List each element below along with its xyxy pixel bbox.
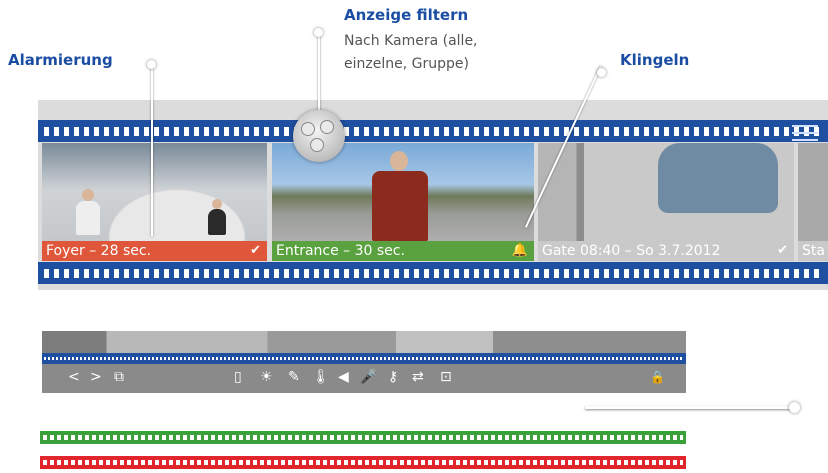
frame-label-foyer: Foyer – 28 sec. ✔ — [42, 241, 267, 261]
toolbar-thin-band — [42, 353, 686, 364]
callout-alarm-title: Alarmierung — [8, 51, 113, 69]
lock-icon[interactable]: 🔒 — [650, 367, 665, 387]
callout-ring-title: Klingeln — [620, 51, 690, 69]
grid-layout-icon[interactable]: ⧉ — [114, 367, 124, 387]
camera-frame-foyer[interactable]: Foyer – 28 sec. ✔ — [42, 143, 267, 261]
frame-label-gate: Gate 08:40 – So 3.7.2012 ✔ — [538, 241, 794, 261]
callout-filter-subtitle-1: Nach Kamera (alle, — [344, 33, 478, 49]
frame-label-partial: Sta — [798, 241, 828, 261]
toolbar-preview-images — [42, 331, 686, 353]
status-strip-green — [40, 431, 686, 444]
tool-icon[interactable]: ✎ — [288, 367, 300, 387]
alarm-leader-dot — [147, 60, 156, 69]
status-strip-red — [40, 456, 686, 469]
camera-frame-gate[interactable]: Gate 08:40 – So 3.7.2012 ✔ — [538, 143, 794, 261]
callout-filter-title: Anzeige filtern — [344, 6, 469, 24]
toolbar-connector-dot — [789, 402, 800, 413]
toolbar-connector-line — [585, 406, 795, 409]
callout-filter-subtitle-2: einzelne, Gruppe) — [344, 56, 469, 72]
control-toolbar: < > ⧉ ▯ ☀ ✎ 🌡 ◀ 🎤 ⚷ ⇄ ⊡ 🔒 — [42, 331, 686, 393]
frame-label-entrance: Entrance – 30 sec. 🔔 — [272, 241, 534, 261]
key-icon[interactable]: ⚷ — [388, 367, 398, 387]
filmstrip-bottom-band — [38, 262, 828, 284]
prev-arrow-icon[interactable]: < — [68, 367, 80, 387]
frame-label-entrance-text: Entrance – 30 sec. — [276, 243, 405, 259]
switch-icon[interactable]: ⇄ — [412, 367, 424, 387]
filter-leader-line — [318, 32, 320, 112]
alarm-leader-line — [151, 64, 153, 236]
camera-filmstrip: Foyer – 28 sec. ✔ Entrance – 30 sec. 🔔 G… — [38, 100, 828, 290]
camera-icon[interactable]: ⊡ — [440, 367, 452, 387]
frame-label-partial-text: Sta — [802, 243, 825, 259]
filter-leader-dot — [314, 28, 323, 37]
camera-frame-partial[interactable]: Sta — [798, 143, 828, 261]
light-icon[interactable]: ☀ — [260, 367, 273, 387]
filmstrip-top-band — [38, 120, 828, 142]
activity-icon: ✔ — [250, 243, 261, 258]
frame-label-gate-text: Gate 08:40 – So 3.7.2012 — [542, 243, 721, 259]
activity-icon: ✔ — [777, 243, 788, 258]
camera-filter-badge[interactable] — [293, 110, 345, 162]
thermometer-icon[interactable]: 🌡 — [312, 367, 330, 387]
next-arrow-icon[interactable]: > — [90, 367, 102, 387]
microphone-icon[interactable]: 🎤 — [360, 367, 377, 387]
menu-icon[interactable] — [792, 125, 818, 141]
bell-icon: 🔔 — [511, 243, 528, 258]
speaker-icon[interactable]: ◀ — [338, 367, 349, 387]
frame-label-foyer-text: Foyer – 28 sec. — [46, 243, 151, 259]
ring-leader-dot — [597, 68, 606, 77]
door-icon[interactable]: ▯ — [234, 367, 242, 387]
